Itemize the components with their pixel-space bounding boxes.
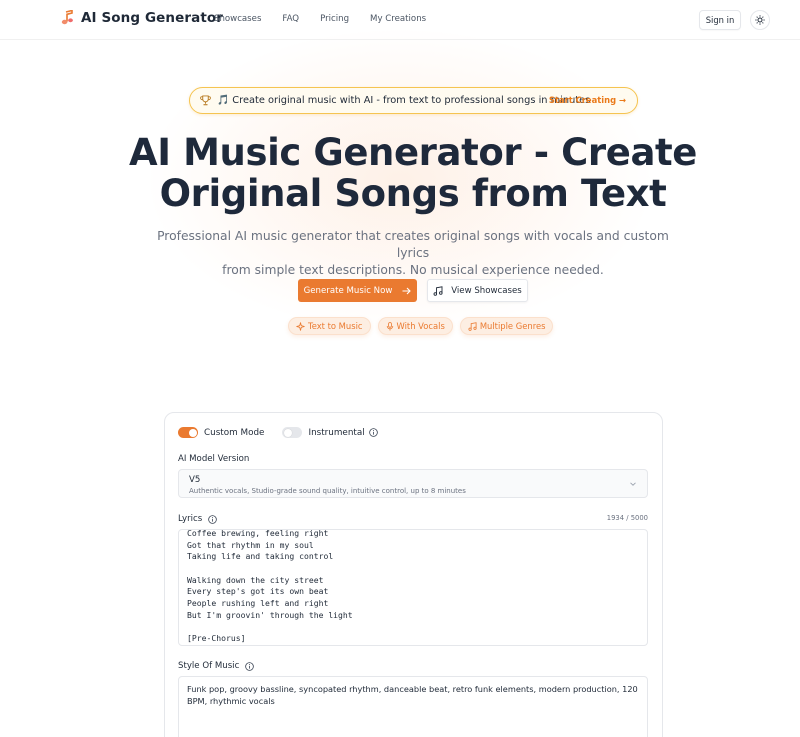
hero-subtitle-line-2: from simple text descriptions. No musica…	[222, 263, 604, 277]
nav-link-pricing[interactable]: Pricing	[320, 14, 349, 24]
lyrics-content: Coffee brewing, feeling right Got that r…	[187, 529, 353, 645]
hero-title-line-2: Original Songs from Text	[159, 172, 667, 215]
announcement-banner[interactable]: 🎵 Create original music with AI - from t…	[189, 87, 638, 114]
lyric-line: Walking down the city street	[187, 574, 324, 585]
trophy-icon	[200, 95, 211, 106]
custom-mode-label: Custom Mode	[204, 427, 265, 438]
custom-mode-toggle[interactable]	[178, 427, 198, 438]
feature-chips: Text to Music With Vocals Multiple Genre…	[288, 317, 554, 335]
lyric-line: But I'm groovin' through the light	[187, 609, 353, 620]
microphone-icon	[386, 321, 393, 330]
hero-subtitle-line-1: Professional AI music generator that cre…	[157, 229, 669, 260]
instrumental-toggle[interactable]	[282, 427, 303, 438]
style-of-music-label: Style Of Music	[178, 661, 240, 671]
chip-text-to-music: Text to Music	[288, 317, 371, 335]
style-of-music-textarea[interactable]: Funk pop, groovy bassline, syncopated rh…	[178, 676, 648, 737]
chevron-down-icon	[630, 482, 636, 486]
banner-text: 🎵 Create original music with AI - from t…	[217, 95, 591, 106]
lyric-line	[187, 563, 353, 575]
theme-toggle-button[interactable]	[750, 10, 770, 30]
style-label-row: Style Of Music	[178, 661, 255, 671]
sparkles-icon	[296, 321, 305, 331]
nav-link-showcases[interactable]: Showcases	[214, 14, 261, 24]
lyric-line	[187, 622, 353, 634]
model-version-label: AI Model Version	[178, 454, 250, 464]
hero-title-line-1: AI Music Generator - Create	[129, 131, 697, 174]
info-icon[interactable]	[245, 661, 255, 671]
music-note-icon	[61, 10, 73, 25]
lyrics-character-counter: 1934 / 5000	[606, 514, 648, 522]
nav-link-faq[interactable]: FAQ	[282, 14, 299, 24]
model-version-description: Authentic vocals, Studio-grade sound qua…	[189, 487, 466, 495]
chip-label: Text to Music	[308, 321, 363, 331]
nav-links: Showcases FAQ Pricing My Creations	[214, 14, 426, 24]
generate-music-label: Generate Music Now	[303, 285, 393, 296]
chip-with-vocals: With Vocals	[377, 317, 453, 335]
lyric-line: [Pre-Chorus]	[187, 633, 246, 644]
info-icon[interactable]	[208, 514, 217, 524]
chip-label: With Vocals	[396, 321, 445, 331]
hero-subtitle: Professional AI music generator that cre…	[150, 228, 676, 279]
lyric-line: People rushing left and right	[187, 598, 329, 609]
sun-icon	[755, 15, 765, 25]
lyrics-textarea[interactable]: Coffee brewing, feeling right Got that r…	[178, 529, 648, 646]
nav-link-my-creations[interactable]: My Creations	[370, 14, 426, 24]
view-showcases-button[interactable]: View Showcases	[427, 279, 528, 302]
instrumental-label: Instrumental	[308, 427, 365, 438]
lyric-line: Coffee brewing, feeling right	[187, 529, 329, 538]
lyric-line: Taking life and taking control	[187, 551, 334, 562]
view-showcases-label: View Showcases	[451, 285, 522, 296]
top-navigation: AI Song Generator Showcases FAQ Pricing …	[0, 0, 800, 40]
lyric-line: Got that rhythm in my soul	[187, 539, 314, 550]
lyric-line: Every step's got its own beat	[187, 586, 329, 597]
music-icon	[433, 285, 443, 296]
brand-logo[interactable]: AI Song Generator	[60, 10, 223, 26]
start-creating-link[interactable]: Start Creating →	[549, 95, 626, 105]
info-icon[interactable]	[368, 428, 378, 437]
generate-music-button[interactable]: Generate Music Now	[298, 279, 417, 302]
lyrics-label-row: Lyrics	[178, 514, 217, 524]
sign-in-button[interactable]: Sign in	[699, 10, 741, 30]
model-version-value: V5	[189, 475, 201, 485]
chip-multiple-genres: Multiple Genres	[459, 317, 554, 335]
music-icon	[468, 321, 477, 331]
lyrics-label: Lyrics	[178, 514, 203, 524]
arrow-right-icon	[402, 287, 412, 294]
hero-title: AI Music Generator - Create Original Son…	[0, 132, 800, 214]
chip-label: Multiple Genres	[479, 321, 546, 331]
mode-toggles: Custom Mode Instrumental	[178, 427, 378, 438]
brand-name: AI Song Generator	[81, 10, 223, 26]
model-version-select[interactable]: V5 Authentic vocals, Studio-grade sound …	[178, 469, 648, 498]
